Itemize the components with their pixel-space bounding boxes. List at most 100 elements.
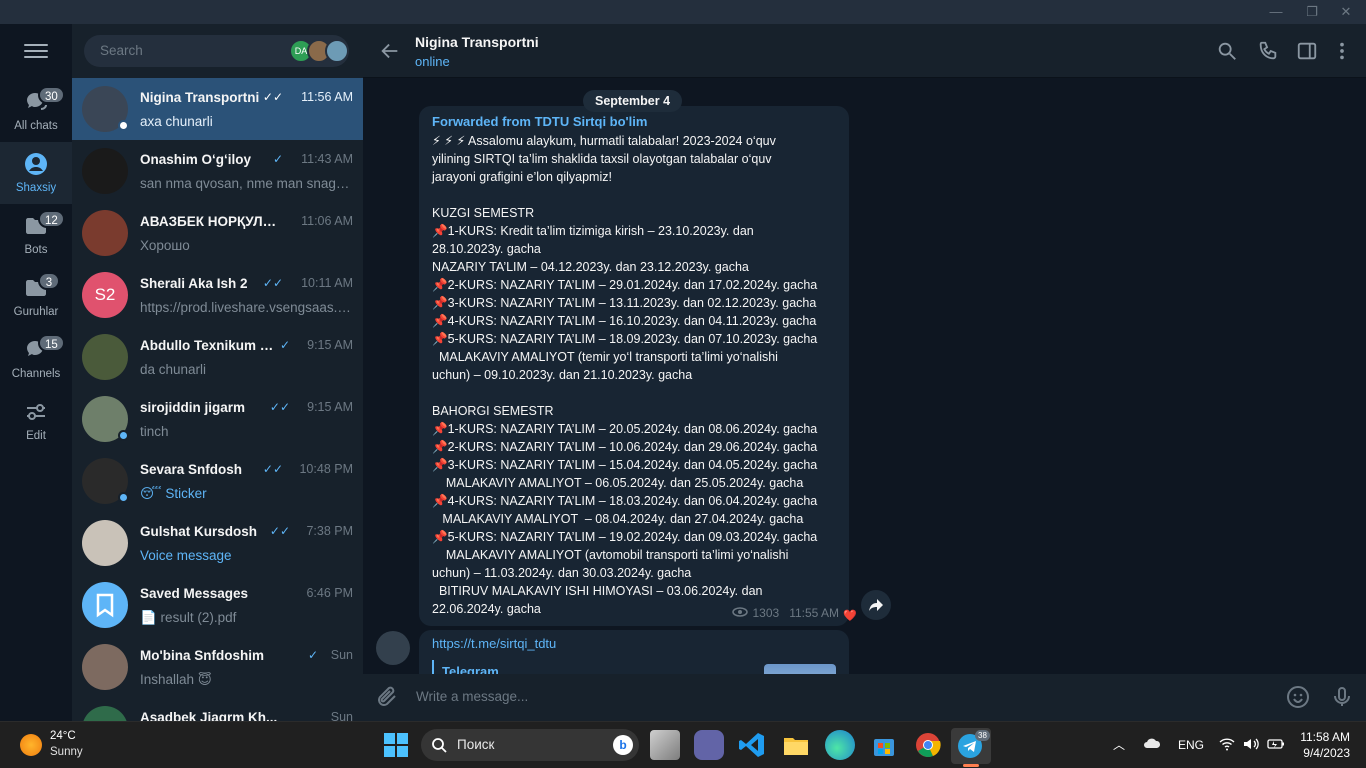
chat-name: Asadbek Jiagrm Kh... bbox=[140, 710, 278, 721]
volume-icon[interactable] bbox=[1243, 737, 1259, 751]
folder-edit[interactable]: Edit bbox=[0, 390, 72, 452]
search-input[interactable]: Search DA bbox=[84, 35, 349, 67]
chat-list-item[interactable]: Saved Messages 6:46 PM 📄 result (2).pdf bbox=[72, 574, 363, 636]
sender-avatar[interactable] bbox=[376, 631, 410, 665]
message-line: 28.10.2023y. gacha bbox=[432, 242, 541, 256]
chat-list-item[interactable]: АВАЗБЕК НОРҚУЛОВ 11:06 AM Хорошо bbox=[72, 202, 363, 264]
chat-preview: tinch bbox=[140, 424, 169, 439]
taskbar-search[interactable]: Поиск b bbox=[421, 729, 639, 761]
message-line: MALAKAVIY AMALIYOT (temir yo‘l transport… bbox=[432, 350, 778, 364]
online-indicator bbox=[118, 120, 129, 131]
chat-list-item[interactable]: Sevara Snfdosh 10:48 PM ✓✓ 😴 Sticker bbox=[72, 450, 363, 512]
telegram-taskbar-button[interactable]: 38 bbox=[951, 728, 991, 764]
folder-channels[interactable]: 15 Channels bbox=[0, 328, 72, 390]
show-hidden-icons[interactable]: ︿ bbox=[1113, 736, 1125, 753]
sun-icon bbox=[20, 734, 42, 756]
folder-label: Guruhlar bbox=[13, 306, 59, 318]
heart-reaction[interactable]: ❤️ bbox=[843, 609, 857, 622]
emoji-icon[interactable] bbox=[1286, 685, 1310, 709]
chat-name: Nigina Transportni bbox=[140, 90, 260, 105]
share-button[interactable] bbox=[861, 590, 891, 620]
teams-chat-icon[interactable] bbox=[694, 730, 724, 760]
language-indicator[interactable]: ENG bbox=[1178, 738, 1204, 752]
online-indicator bbox=[118, 492, 129, 503]
attach-icon[interactable] bbox=[375, 685, 399, 709]
folder-bots[interactable]: 12 Bots bbox=[0, 204, 72, 266]
bing-icon[interactable]: b bbox=[613, 735, 633, 755]
avatar bbox=[82, 706, 128, 721]
minimize-button[interactable]: — bbox=[1266, 3, 1286, 21]
message-line: 📌5-KURS: NAZARIY TA’LIM – 19.02.2024y. d… bbox=[432, 530, 818, 544]
person-icon bbox=[25, 153, 47, 175]
search-icon[interactable] bbox=[1216, 40, 1238, 62]
battery-icon[interactable] bbox=[1267, 737, 1285, 751]
forwarded-from-label[interactable]: Forwarded from TDTU Sirtqi bo'lim bbox=[432, 114, 647, 129]
message-line: KUZGI SEMESTR bbox=[432, 206, 535, 220]
chat-list-item[interactable]: Nigina Transportni 11:56 AM ✓✓ axa chunarli bbox=[72, 78, 363, 140]
chat-list-item[interactable]: S2 Sherali Aka Ish 2 10:11 AM ✓✓ https://pro… bbox=[72, 264, 363, 326]
edge-browser-icon[interactable] bbox=[825, 730, 855, 760]
message-line: 📌4-KURS: NAZARIY TA’LIM – 16.10.2023y. d… bbox=[432, 314, 817, 328]
folder-label: Channels bbox=[11, 368, 61, 380]
chat-list-item[interactable]: Mo'bina Snfdoshim Sun ✓ Inshallah 😇 bbox=[72, 636, 363, 698]
chat-list-item[interactable]: Abdullo Texnikum C... 9:15 AM ✓ da chunarli bbox=[72, 326, 363, 388]
file-explorer-icon[interactable] bbox=[781, 730, 811, 760]
windows-taskbar: 24°C Sunny Поиск b 38 ︿ ENG 11:58 AM 9/4… bbox=[0, 721, 1366, 768]
more-options-icon[interactable] bbox=[1331, 40, 1353, 62]
chat-list-item[interactable]: Gulshat Kursdosh 7:38 PM ✓✓ Voice message bbox=[72, 512, 363, 574]
chat-preview: Хорошо bbox=[140, 238, 190, 253]
hamburger-menu-icon[interactable] bbox=[24, 44, 48, 60]
chat-time: Sun bbox=[330, 648, 353, 662]
vscode-icon[interactable] bbox=[737, 730, 767, 760]
peer-status: online bbox=[415, 54, 450, 69]
chat-name: sirojiddin jigarm bbox=[140, 400, 246, 415]
share-arrow-icon bbox=[869, 599, 883, 611]
message-line: jarayoni grafigini e’lon qilyapmiz! bbox=[432, 170, 612, 184]
folder-shaxsiy[interactable]: Shaxsiy bbox=[0, 142, 72, 204]
views-icon bbox=[732, 607, 749, 617]
task-view-icon[interactable] bbox=[650, 730, 680, 760]
close-button[interactable]: ✕ bbox=[1336, 3, 1356, 21]
chat-list-item[interactable]: sirojiddin jigarm 9:15 AM ✓✓ tinch bbox=[72, 388, 363, 450]
wifi-icon[interactable] bbox=[1219, 737, 1235, 751]
peer-name[interactable]: Nigina Transportni bbox=[415, 34, 539, 50]
chat-time: 7:38 PM bbox=[306, 524, 353, 538]
double-check-icon: ✓✓ bbox=[269, 524, 290, 538]
chat-preview: da chunarli bbox=[140, 362, 207, 377]
restore-button[interactable]: ❐ bbox=[1302, 3, 1322, 21]
story-avatar[interactable] bbox=[325, 39, 349, 63]
window-titlebar: — ❐ ✕ bbox=[0, 0, 1366, 24]
message-line: 📌3-KURS: NAZARIY TA’LIM – 13.11.2023y. d… bbox=[432, 296, 817, 310]
chat-list-item[interactable]: Onashim O‘g‘iloy 11:43 AM ✓ san nma qvosan,… bbox=[72, 140, 363, 202]
message-bubble[interactable]: Forwarded from TDTU Sirtqi bo'lim ⚡ ⚡ ⚡ … bbox=[419, 106, 849, 626]
chat-name: Sevara Snfdosh bbox=[140, 462, 243, 477]
message-composer: Write a message... bbox=[363, 674, 1366, 721]
clock-time: 11:58 AM bbox=[1300, 730, 1350, 744]
chrome-icon[interactable] bbox=[913, 730, 943, 760]
phone-icon[interactable] bbox=[1257, 40, 1279, 62]
back-arrow-icon[interactable] bbox=[379, 40, 401, 62]
double-check-icon: ✓✓ bbox=[262, 462, 283, 476]
folder-guruhlar[interactable]: 3 Guruhlar bbox=[0, 266, 72, 328]
folder-all-chats[interactable]: 30 All chats bbox=[0, 80, 72, 142]
message-line: NAZARIY TA’LIM – 04.12.2023y. dan 23.12.… bbox=[432, 260, 749, 274]
chat-list-item[interactable]: Asadbek Jiagrm Kh... Sun bbox=[72, 698, 363, 721]
message-line bbox=[432, 384, 842, 402]
onedrive-icon[interactable] bbox=[1143, 736, 1161, 750]
message-input[interactable]: Write a message... bbox=[416, 689, 528, 704]
chat-name: Mo'bina Snfdoshim bbox=[140, 648, 264, 663]
chat-name: Onashim O‘g‘iloy bbox=[140, 152, 252, 167]
message-line: yilining SIRTQI ta’lim shaklida taxsil o… bbox=[432, 152, 772, 166]
message-meta: 1303 11:55 AM bbox=[732, 606, 839, 620]
sidebar-toggle-icon[interactable] bbox=[1296, 40, 1318, 62]
system-clock[interactable]: 11:58 AM 9/4/2023 bbox=[1300, 729, 1350, 761]
windows-start-icon[interactable] bbox=[381, 730, 411, 760]
microsoft-store-icon[interactable] bbox=[869, 730, 899, 760]
double-check-icon: ✓✓ bbox=[262, 276, 283, 290]
folder-badge: 3 bbox=[38, 272, 60, 290]
weather-temp: 24°C bbox=[50, 730, 76, 742]
chat-name: Sherali Aka Ish 2 bbox=[140, 276, 248, 291]
message-link[interactable]: https://t.me/sirtqi_tdtu bbox=[432, 636, 556, 651]
microphone-icon[interactable] bbox=[1330, 685, 1354, 709]
chat-name: Gulshat Kursdosh bbox=[140, 524, 258, 539]
